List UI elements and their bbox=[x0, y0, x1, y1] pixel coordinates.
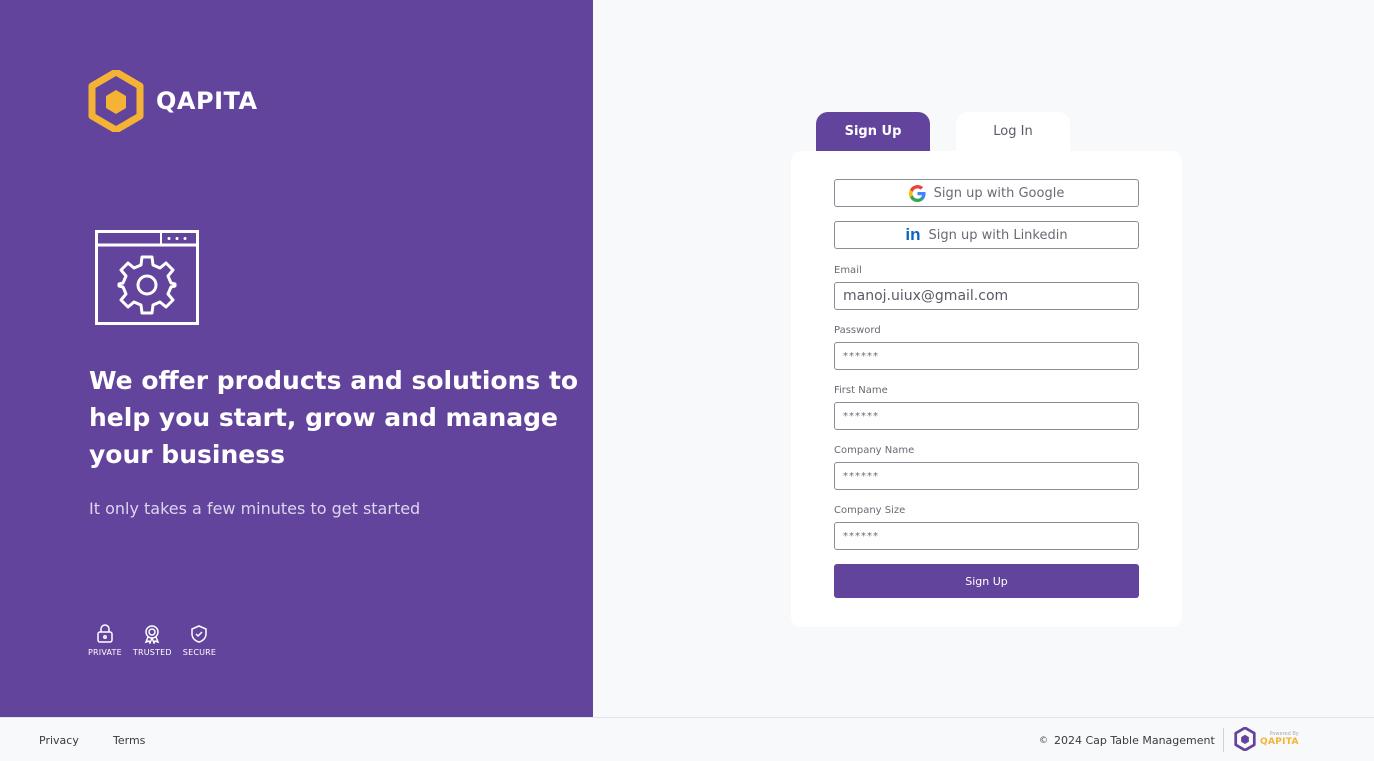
email-field[interactable]: manoj.uiux@gmail.com bbox=[834, 282, 1139, 310]
badge-label: PRIVATE bbox=[88, 648, 122, 657]
first-name-label: First Name bbox=[834, 385, 888, 396]
tab-sign-up[interactable]: Sign Up bbox=[816, 112, 930, 151]
qapita-small-logo-icon bbox=[1234, 727, 1256, 751]
google-signup-button[interactable]: Sign up with Google bbox=[834, 179, 1139, 207]
left-panel: QAPITA We offer products and solutions t… bbox=[0, 0, 593, 717]
footer-divider bbox=[1223, 728, 1224, 752]
badge-label: SECURE bbox=[182, 648, 217, 657]
powered-by-logo[interactable]: Powered By QAPITA bbox=[1234, 727, 1299, 751]
linkedin-signup-button[interactable]: in Sign up with Linkedin bbox=[834, 221, 1139, 249]
company-name-field[interactable]: ****** bbox=[834, 462, 1139, 490]
badge-private: PRIVATE bbox=[88, 624, 122, 657]
powered-by-brand: QAPITA bbox=[1260, 737, 1299, 747]
signup-card: Sign up with Google in Sign up with Link… bbox=[791, 151, 1182, 627]
company-size-field[interactable]: ****** bbox=[834, 522, 1139, 550]
copyright-text: 2024 Cap Table Management bbox=[1054, 734, 1215, 747]
trust-badges: PRIVATE TRUSTED SECURE bbox=[88, 624, 216, 657]
first-name-field[interactable]: ****** bbox=[834, 402, 1139, 430]
tab-log-in[interactable]: Log In bbox=[956, 112, 1070, 151]
company-name-label: Company Name bbox=[834, 445, 915, 456]
terms-link[interactable]: Terms bbox=[113, 734, 145, 747]
footer: Privacy Terms © 2024 Cap Table Managemen… bbox=[0, 717, 1374, 761]
badge-trusted: TRUSTED bbox=[133, 624, 172, 657]
powered-by-text: Powered By QAPITA bbox=[1260, 731, 1299, 747]
lock-icon bbox=[97, 624, 113, 643]
password-field[interactable]: ****** bbox=[834, 342, 1139, 370]
copyright-icon: © bbox=[1039, 735, 1048, 746]
sign-up-button[interactable]: Sign Up bbox=[834, 564, 1139, 598]
google-signup-label: Sign up with Google bbox=[933, 185, 1065, 201]
badge-label: TRUSTED bbox=[132, 648, 172, 657]
qapita-logo-icon bbox=[88, 70, 144, 132]
hero-subline: It only takes a few minutes to get start… bbox=[89, 499, 421, 518]
award-icon bbox=[145, 625, 160, 644]
linkedin-signup-label: Sign up with Linkedin bbox=[928, 227, 1068, 243]
copyright: © 2024 Cap Table Management bbox=[1039, 734, 1215, 747]
brand-logo[interactable]: QAPITA bbox=[88, 70, 258, 132]
google-icon bbox=[908, 184, 926, 202]
password-label: Password bbox=[834, 325, 881, 336]
settings-window-icon bbox=[95, 230, 199, 330]
badge-secure: SECURE bbox=[183, 624, 216, 657]
company-size-label: Company Size bbox=[834, 505, 906, 516]
shield-check-icon bbox=[191, 625, 208, 643]
brand-name: QAPITA bbox=[156, 87, 258, 115]
email-label: Email bbox=[834, 265, 862, 276]
privacy-link[interactable]: Privacy bbox=[39, 734, 79, 747]
hero-headline: We offer products and solutions to help … bbox=[89, 366, 579, 469]
linkedin-icon: in bbox=[905, 225, 921, 244]
